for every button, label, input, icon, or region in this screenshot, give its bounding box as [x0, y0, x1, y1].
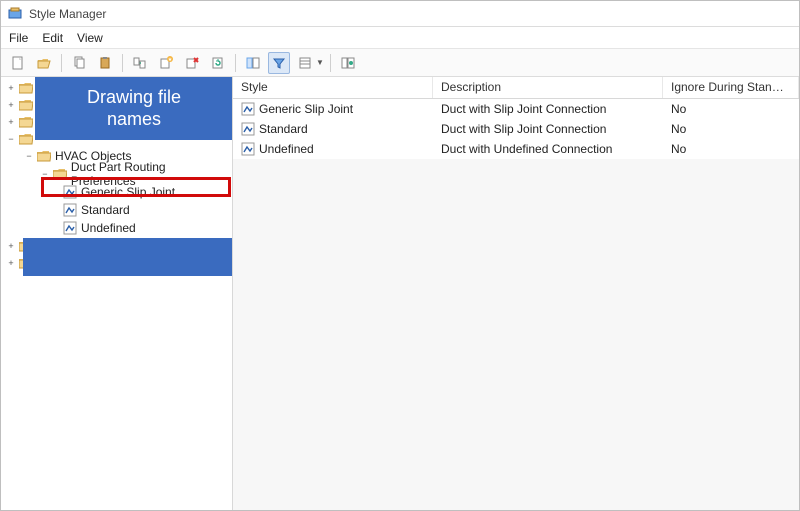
list-header: Style Description Ignore During Standard… — [233, 77, 799, 99]
cell-ignore: No — [671, 142, 686, 156]
expand-icon[interactable]: + — [5, 257, 17, 269]
toolbar-separator — [122, 54, 123, 72]
window-title: Style Manager — [29, 7, 106, 21]
cell-description: Duct with Slip Joint Connection — [441, 102, 606, 116]
tree-node-label: Duct Part Routing Preferences — [71, 160, 232, 188]
inline-edit-icon[interactable] — [337, 52, 359, 74]
table-row[interactable]: Undefined Duct with Undefined Connection… — [233, 139, 799, 159]
style-icon — [241, 142, 255, 156]
annotation-overlay: Drawing file names — [35, 77, 233, 140]
folder-icon — [19, 133, 33, 145]
menu-file[interactable]: File — [9, 31, 28, 45]
cell-style: Standard — [259, 122, 308, 136]
cell-description: Duct with Undefined Connection — [441, 142, 612, 156]
table-row[interactable]: Generic Slip Joint Duct with Slip Joint … — [233, 99, 799, 119]
tree-pane: + + + − − HVA — [1, 77, 233, 510]
dropdown-arrow-icon[interactable]: ▼ — [316, 58, 324, 67]
cell-ignore: No — [671, 102, 686, 116]
style-icon — [63, 221, 77, 235]
menu-view[interactable]: View — [77, 31, 103, 45]
annotation-text: Drawing file names — [87, 87, 181, 130]
toolbar-separator — [61, 54, 62, 72]
table-row[interactable]: Standard Duct with Slip Joint Connection… — [233, 119, 799, 139]
toggle-view-icon[interactable] — [242, 52, 264, 74]
refresh-sheet-icon[interactable] — [207, 52, 229, 74]
new-icon[interactable] — [7, 52, 29, 74]
filter-icon[interactable] — [268, 52, 290, 74]
folder-icon — [19, 99, 33, 111]
copy-icon[interactable] — [68, 52, 90, 74]
tree-leaf-label: Generic Slip Joint — [81, 185, 175, 199]
tree-leaf-label: Standard — [81, 203, 130, 217]
titlebar: Style Manager — [1, 1, 799, 27]
toolbar-separator — [235, 54, 236, 72]
menubar: File Edit View — [1, 27, 799, 49]
details-view-icon[interactable] — [294, 52, 316, 74]
window: Style Manager File Edit View ★ ▼ — [0, 0, 800, 511]
collapse-icon[interactable]: − — [23, 151, 35, 161]
content: + + + − − HVA — [1, 77, 799, 510]
app-icon — [7, 6, 23, 22]
purge-icon[interactable] — [181, 52, 203, 74]
column-header-style[interactable]: Style — [233, 77, 433, 98]
paste-icon[interactable] — [94, 52, 116, 74]
column-header-ignore[interactable]: Ignore During Standards Synchro... — [663, 77, 799, 98]
style-icon — [241, 102, 255, 116]
cell-description: Duct with Slip Joint Connection — [441, 122, 606, 136]
style-icon — [63, 185, 77, 199]
menu-edit[interactable]: Edit — [42, 31, 63, 45]
collapse-icon[interactable]: − — [5, 133, 17, 145]
cell-style: Generic Slip Joint — [259, 102, 353, 116]
style-icon — [63, 203, 77, 217]
svg-text:★: ★ — [168, 57, 173, 63]
expand-icon[interactable]: + — [5, 116, 17, 128]
cell-style: Undefined — [259, 142, 314, 156]
tree-node-duct-part-routing[interactable]: − Duct Part Routing Preferences — [1, 165, 232, 183]
cell-ignore: No — [671, 122, 686, 136]
folder-icon — [19, 82, 33, 94]
folder-icon — [53, 168, 67, 180]
expand-icon[interactable]: + — [5, 99, 17, 111]
collapse-icon[interactable]: − — [39, 169, 51, 179]
toolbar-separator — [330, 54, 331, 72]
open-icon[interactable] — [33, 52, 55, 74]
style-icon — [241, 122, 255, 136]
tree-leaf-standard[interactable]: Standard — [1, 201, 232, 219]
new-style-icon[interactable]: ★ — [155, 52, 177, 74]
folder-icon — [37, 150, 51, 162]
expand-icon[interactable]: + — [5, 82, 17, 94]
tree-leaf-undefined[interactable]: Undefined — [1, 219, 232, 237]
annotation-overlay — [23, 238, 233, 276]
copy-between-icon[interactable] — [129, 52, 151, 74]
toolbar: ★ ▼ — [1, 49, 799, 77]
folder-icon — [19, 116, 33, 128]
expand-icon[interactable]: + — [5, 240, 17, 252]
list-pane: Style Description Ignore During Standard… — [233, 77, 799, 510]
column-header-description[interactable]: Description — [433, 77, 663, 98]
tree-leaf-label: Undefined — [81, 221, 136, 235]
